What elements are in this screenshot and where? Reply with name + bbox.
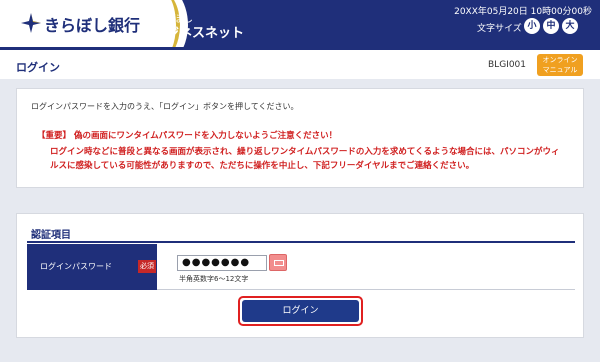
section-title: 認証項目 bbox=[31, 230, 71, 241]
login-button[interactable]: ログイン bbox=[242, 300, 359, 322]
online-manual-button[interactable]: オンライン マニュアル bbox=[537, 54, 583, 76]
app-header: きらぼし銀行 きらぼし ビジネスネット 20XX年05月20日 10時00分00… bbox=[0, 0, 600, 47]
software-keyboard-button[interactable] bbox=[269, 254, 287, 271]
font-size-small-button[interactable]: 小 bbox=[524, 18, 540, 34]
current-datetime: 20XX年05月20日 10時00分00秒 bbox=[454, 7, 592, 17]
warning-heading: 【重要】 偽の画面にワンタイムパスワードを入力しないようご注意ください！ bbox=[37, 131, 338, 141]
manual-label-line2: マニュアル bbox=[542, 66, 578, 74]
password-field-row: ログインパスワード 必須 ●●●●●●● 半角英数字6～12文字 bbox=[27, 244, 575, 290]
font-size-large-button[interactable]: 大 bbox=[562, 18, 578, 34]
section-divider bbox=[27, 241, 575, 243]
title-bar: ログイン BLGI001 オンライン マニュアル bbox=[0, 47, 600, 79]
password-hint: 半角英数字6～12文字 bbox=[179, 275, 249, 283]
font-size-label: 文字サイズ bbox=[477, 24, 522, 34]
instruction-text: ログインパスワードを入力のうえ、「ログイン」ボタンを押してください。 bbox=[31, 102, 299, 111]
password-field-label: ログインパスワード bbox=[40, 262, 112, 271]
keyboard-icon bbox=[274, 260, 284, 266]
page-title: ログイン bbox=[16, 61, 60, 74]
service-name: ビジネスネット bbox=[153, 26, 245, 41]
star-logo-icon bbox=[21, 13, 41, 33]
manual-label-line1: オンライン bbox=[542, 56, 578, 64]
font-size-medium-button[interactable]: 中 bbox=[543, 18, 559, 34]
notice-panel: ログインパスワードを入力のうえ、「ログイン」ボタンを押してください。 【重要】 … bbox=[16, 88, 584, 188]
login-password-input[interactable]: ●●●●●●● bbox=[177, 255, 267, 271]
screen-id: BLGI001 bbox=[488, 60, 526, 70]
warning-body: ログイン時などに普段と異なる画面が表示され、繰り返しワンタイムパスワードの入力を… bbox=[50, 147, 560, 171]
bank-name: きらぼし銀行 bbox=[44, 16, 141, 35]
required-badge: 必須 bbox=[138, 260, 156, 273]
field-label-cell: ログインパスワード 必須 bbox=[27, 244, 157, 290]
